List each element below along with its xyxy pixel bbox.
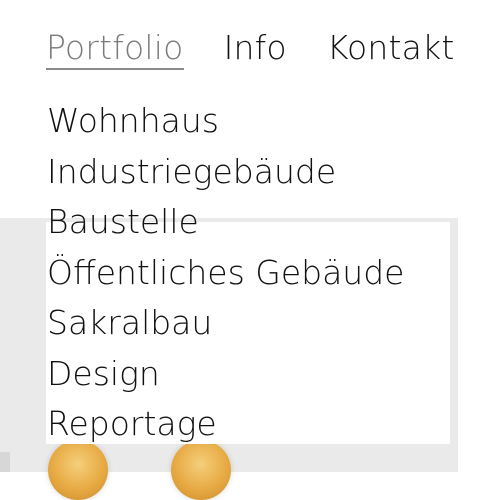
submenu-item-sakralbau[interactable]: Sakralbau [47,298,404,349]
nav-item-portfolio[interactable]: Portfolio [46,28,184,70]
submenu-item-reportage[interactable]: Reportage [47,399,404,450]
submenu-item-industriegebaeude[interactable]: Industriegebäude [47,147,404,198]
submenu-item-baustelle[interactable]: Baustelle [47,197,404,248]
nav-item-kontakt[interactable]: Kontakt [327,28,455,68]
nav-item-info[interactable]: Info [224,28,287,68]
page-margin-right [458,218,502,472]
submenu-item-wohnhaus[interactable]: Wohnhaus [47,96,404,147]
photo-edge [0,452,10,472]
submenu-item-oeffentliches-gebaeude[interactable]: Öffentliches Gebäude [47,248,404,299]
portfolio-submenu: Wohnhaus Industriegebäude Baustelle Öffe… [47,96,404,450]
main-navigation: Portfolio Info Kontakt [46,28,455,70]
submenu-item-design[interactable]: Design [47,349,404,400]
